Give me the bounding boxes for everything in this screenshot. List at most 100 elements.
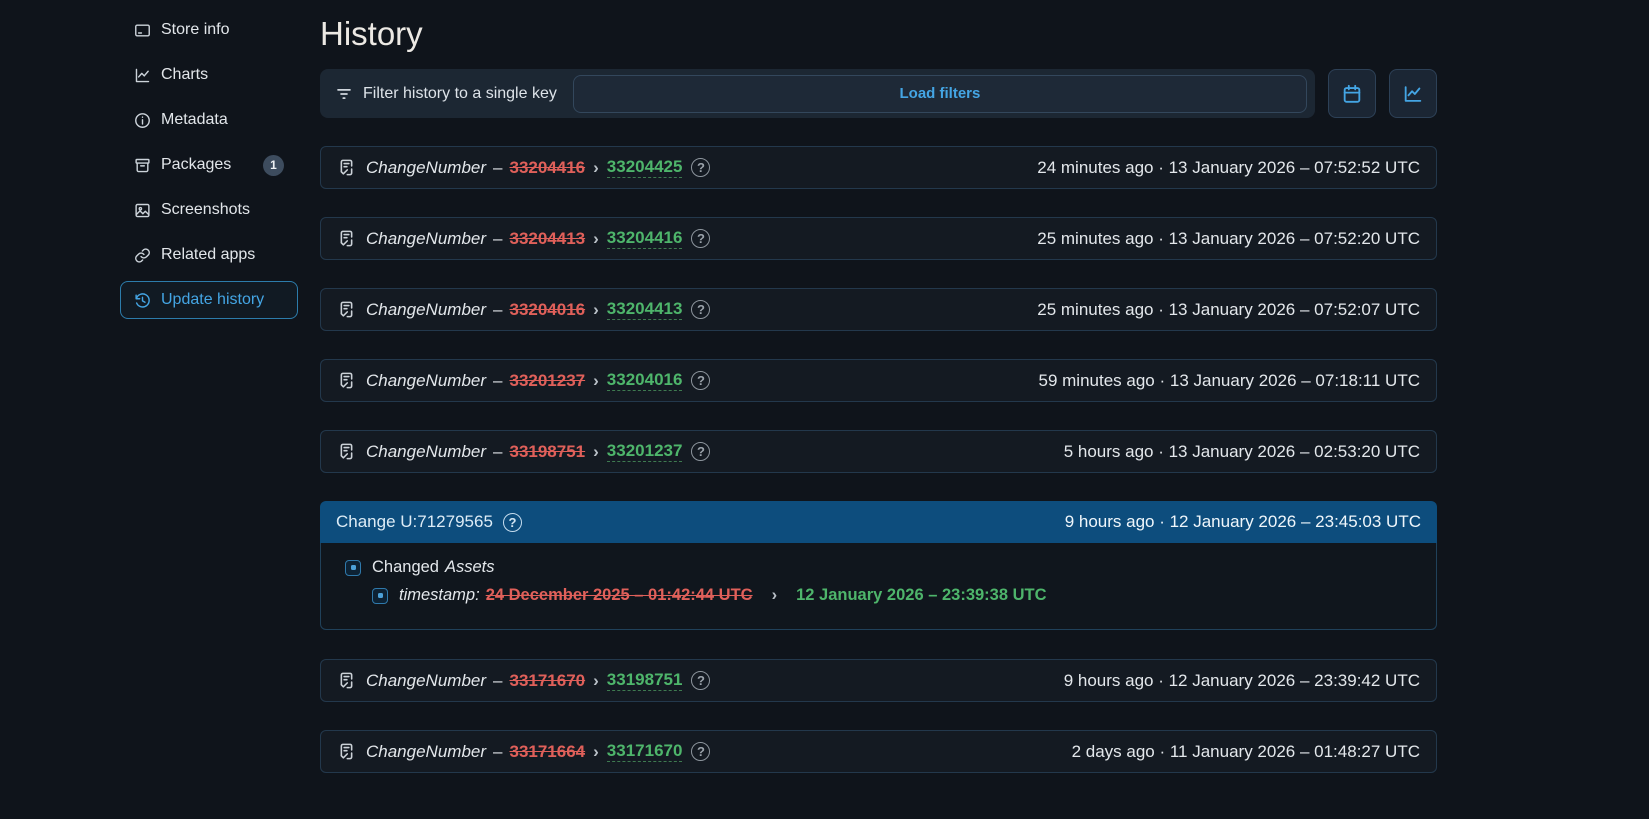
sidebar-item-label: Screenshots: [161, 201, 250, 218]
journal-check-icon: [340, 743, 353, 760]
old-value: 33171670: [509, 670, 586, 690]
sidebar-item-related-apps[interactable]: Related apps: [120, 236, 298, 274]
new-value[interactable]: 33204413: [606, 299, 683, 321]
packages-count-badge: 1: [263, 154, 284, 176]
new-value: 12 January 2026 – 23:39:38 UTC: [796, 586, 1047, 605]
history-clock-icon: [135, 292, 150, 308]
sidebar-item-update-history[interactable]: Update history: [120, 281, 298, 319]
filter-key-select[interactable]: Load filters: [572, 74, 1307, 113]
arrow-separator: ›: [593, 441, 599, 461]
help-icon[interactable]: ?: [691, 671, 711, 691]
sidebar-item-screenshots[interactable]: Screenshots: [120, 191, 298, 229]
diff-dot-icon: [345, 559, 361, 576]
history-row[interactable]: ChangeNumber – 33171670 › 33198751 ? 9 h…: [320, 659, 1437, 703]
sidebar-item-metadata[interactable]: Metadata: [120, 101, 298, 139]
expanded-change-body: Changed Assets timestamp: 24 December 20…: [320, 543, 1437, 631]
changed-label: Changed: [372, 558, 439, 577]
old-value: 33204416: [509, 157, 586, 177]
new-value[interactable]: 33201237: [606, 441, 683, 463]
info-icon: [135, 112, 150, 128]
dash-separator: –: [493, 370, 503, 390]
journal-check-icon: [340, 230, 353, 247]
main-content: History Filter history to a single key L…: [320, 0, 1437, 801]
row-timestamp: 25 minutes ago · 13 January 2026 – 07:52…: [1037, 228, 1420, 248]
expanded-change: Change U:71279565 ? 9 hours ago · 12 Jan…: [320, 501, 1437, 631]
history-row[interactable]: ChangeNumber – 33201237 › 33204016 ? 59 …: [320, 359, 1437, 403]
new-value[interactable]: 33204425: [606, 157, 683, 179]
journal-check-icon: [340, 443, 353, 460]
filter-toolbar: Filter history to a single key Load filt…: [320, 69, 1437, 119]
sidebar-item-label: Store info: [161, 21, 230, 38]
row-timestamp: 2 days ago · 11 January 2026 – 01:48:27 …: [1071, 741, 1420, 761]
change-key: ChangeNumber: [366, 299, 487, 319]
changed-value-line: timestamp: 24 December 2025 – 01:42:44 U…: [372, 586, 1420, 605]
diff-dot-icon: [372, 587, 388, 604]
filter-select-value: Load filters: [899, 85, 981, 103]
journal-check-icon: [340, 372, 353, 389]
arrow-separator: ›: [593, 228, 599, 248]
storefront-icon: [135, 23, 150, 37]
sidebar-item-packages[interactable]: Packages 1: [120, 146, 298, 184]
journal-check-icon: [340, 672, 353, 689]
old-value: 33171664: [509, 741, 586, 761]
image-icon: [135, 203, 150, 217]
change-key: ChangeNumber: [366, 670, 487, 690]
change-key: ChangeNumber: [366, 370, 487, 390]
sub-key: timestamp:: [399, 586, 480, 605]
help-icon[interactable]: ?: [502, 512, 522, 532]
filter-funnel-icon: [337, 88, 351, 99]
new-value[interactable]: 33204016: [606, 370, 683, 392]
help-icon[interactable]: ?: [691, 300, 711, 320]
link-icon: [135, 247, 150, 263]
history-list: ChangeNumber – 33204416 › 33204425 ? 24 …: [320, 146, 1437, 774]
row-timestamp: 25 minutes ago · 13 January 2026 – 07:52…: [1037, 299, 1420, 319]
row-timestamp: 5 hours ago · 13 January 2026 – 02:53:20…: [1063, 441, 1420, 461]
new-value[interactable]: 33171670: [606, 741, 683, 763]
row-timestamp: 24 minutes ago · 13 January 2026 – 07:52…: [1037, 157, 1420, 177]
arrow-separator: ›: [771, 586, 778, 605]
expanded-change-header[interactable]: Change U:71279565 ? 9 hours ago · 12 Jan…: [320, 501, 1437, 544]
help-icon[interactable]: ?: [691, 371, 711, 391]
history-row[interactable]: ChangeNumber – 33204016 › 33204413 ? 25 …: [320, 288, 1437, 332]
sidebar-item-store-info[interactable]: Store info: [120, 11, 298, 49]
dash-separator: –: [493, 157, 503, 177]
help-icon[interactable]: ?: [691, 742, 711, 762]
sidebar: Store info Charts Metadata Packages 1 Sc…: [120, 11, 298, 326]
journal-check-icon: [340, 301, 353, 318]
new-value[interactable]: 33198751: [606, 670, 683, 692]
help-icon[interactable]: ?: [691, 229, 711, 249]
dash-separator: –: [493, 299, 503, 319]
dash-separator: –: [493, 670, 503, 690]
change-key: ChangeNumber: [366, 228, 487, 248]
help-icon[interactable]: ?: [691, 158, 711, 178]
old-value: 33204016: [509, 299, 586, 319]
package-box-icon: [135, 158, 150, 172]
new-value[interactable]: 33204416: [606, 228, 683, 250]
arrow-separator: ›: [593, 299, 599, 319]
history-row[interactable]: ChangeNumber – 33204413 › 33204416 ? 25 …: [320, 217, 1437, 261]
old-value: 33198751: [509, 441, 586, 461]
help-icon[interactable]: ?: [691, 442, 711, 462]
chart-icon: [1404, 85, 1422, 102]
arrow-separator: ›: [593, 370, 599, 390]
change-key: ChangeNumber: [366, 441, 487, 461]
history-row[interactable]: ChangeNumber – 33204416 › 33204425 ? 24 …: [320, 146, 1437, 190]
sidebar-item-charts[interactable]: Charts: [120, 56, 298, 94]
history-row[interactable]: ChangeNumber – 33198751 › 33201237 ? 5 h…: [320, 430, 1437, 474]
change-title: Change U:71279565: [336, 512, 493, 532]
sidebar-item-label: Charts: [161, 66, 209, 83]
dash-separator: –: [493, 228, 503, 248]
filter-bar: Filter history to a single key Load filt…: [320, 69, 1315, 119]
calendar-button[interactable]: [1328, 69, 1376, 119]
line-chart-icon: [135, 68, 150, 82]
arrow-separator: ›: [593, 741, 599, 761]
old-value: 33204413: [509, 228, 586, 248]
change-key: ChangeNumber: [366, 741, 487, 761]
sidebar-item-label: Packages: [161, 156, 232, 173]
chart-view-button[interactable]: [1389, 69, 1437, 119]
calendar-icon: [1343, 84, 1361, 103]
changed-field: Assets: [444, 558, 495, 577]
history-row[interactable]: ChangeNumber – 33171664 › 33171670 ? 2 d…: [320, 730, 1437, 774]
journal-check-icon: [340, 159, 353, 176]
old-value: 33201237: [509, 370, 586, 390]
